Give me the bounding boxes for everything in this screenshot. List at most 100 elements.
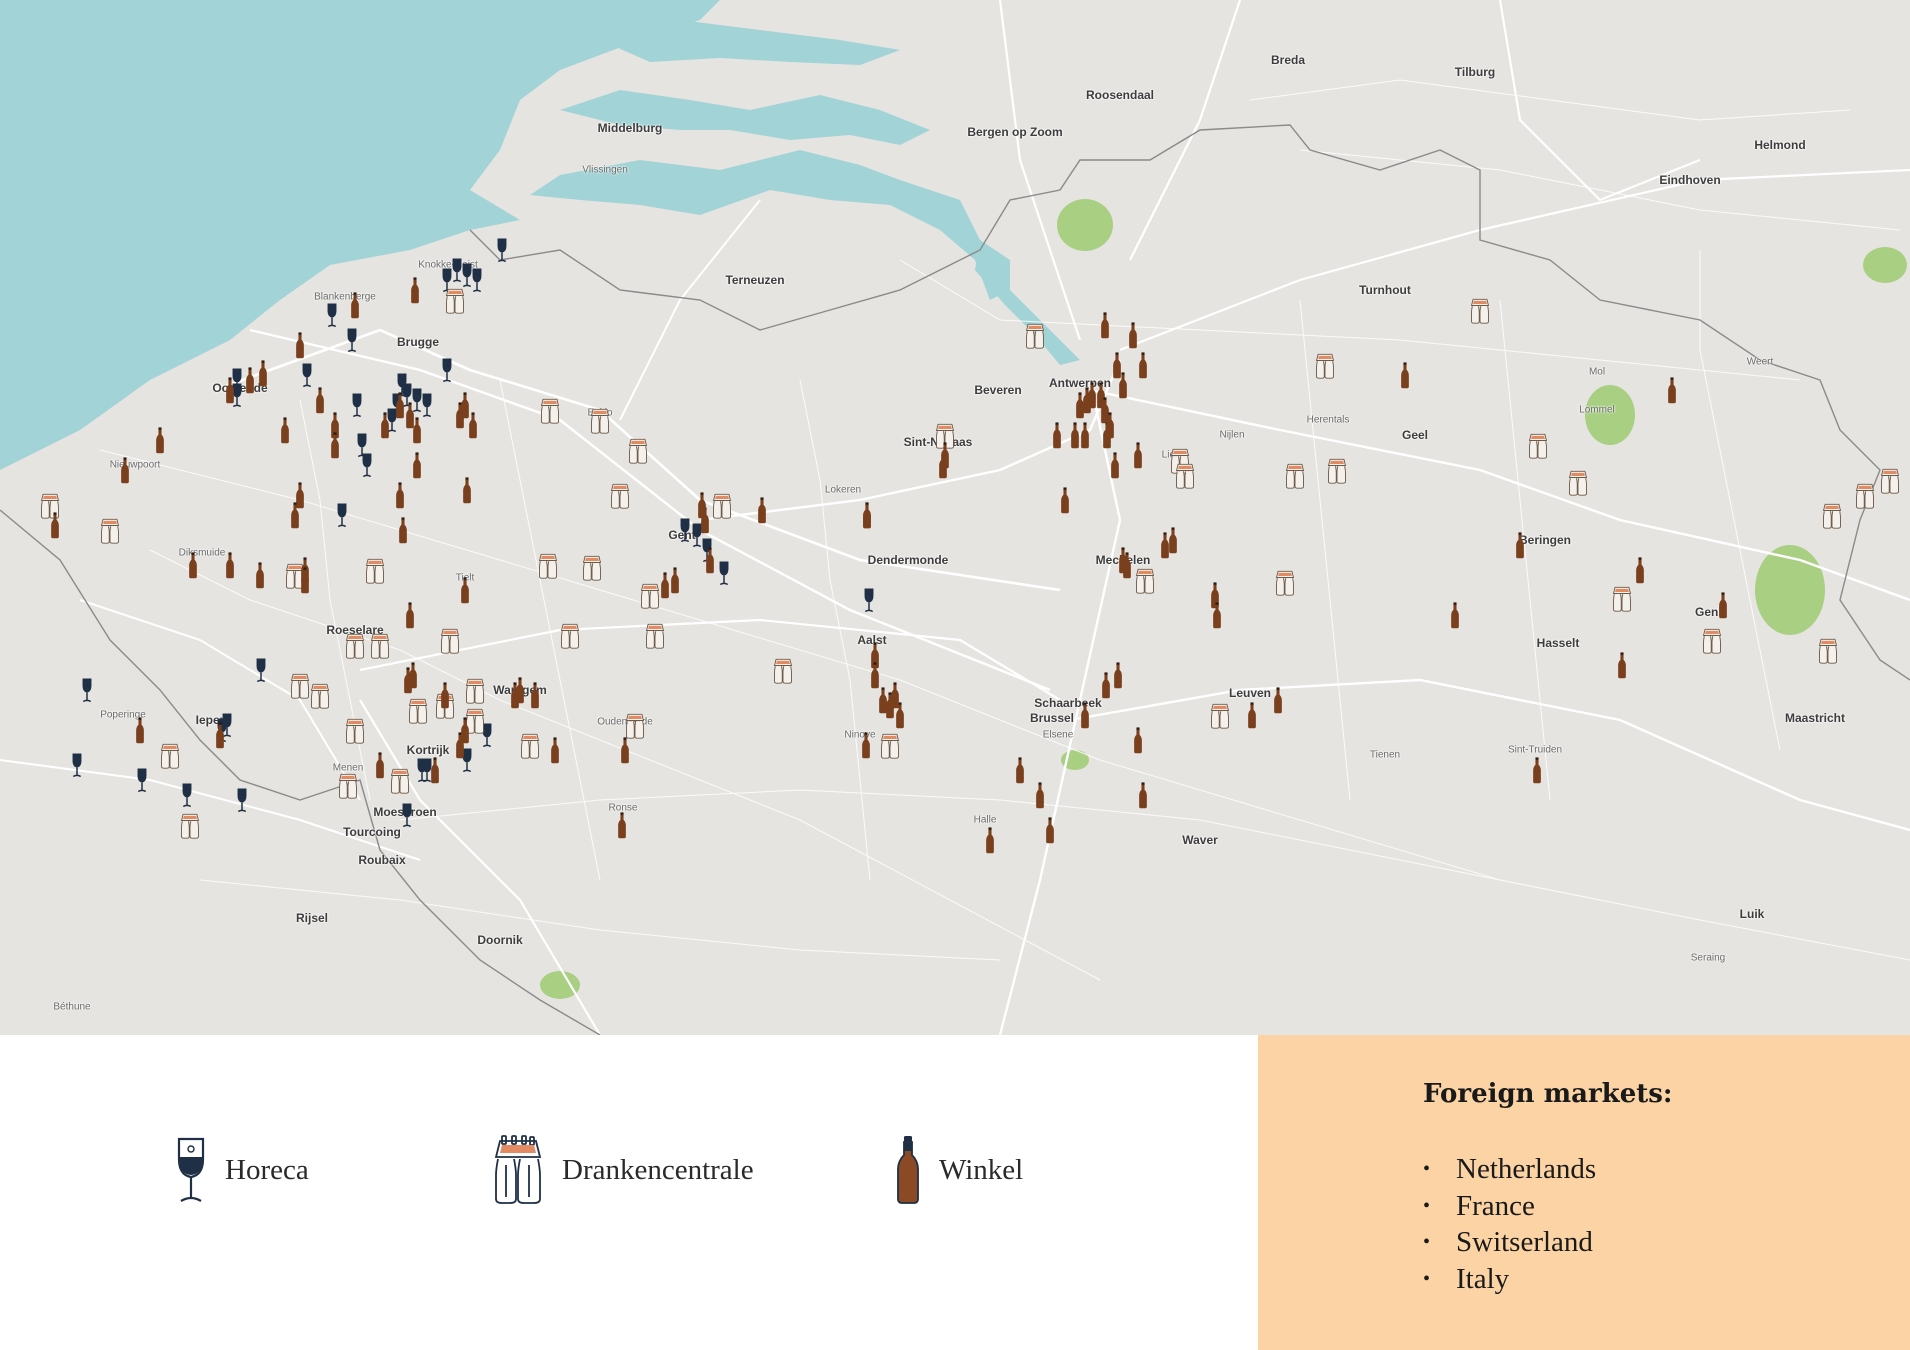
wine-glass-icon xyxy=(82,678,92,703)
beer-bottle-icon xyxy=(411,277,419,304)
bottle-crate-icon xyxy=(1818,638,1838,664)
bottle-crate-icon xyxy=(1528,433,1548,459)
beer-bottle-icon xyxy=(1111,452,1119,479)
bottle-crate-icon xyxy=(465,678,485,704)
beer-bottle-icon xyxy=(216,722,224,749)
beer-bottle-icon xyxy=(316,387,324,414)
bottle-crate-icon xyxy=(625,713,645,739)
bottle-crate-icon xyxy=(440,628,460,654)
beer-bottle-icon xyxy=(1036,782,1044,809)
beer-bottle-icon xyxy=(331,432,339,459)
beer-bottle-icon xyxy=(1719,592,1727,619)
beer-bottle-icon xyxy=(301,567,309,594)
beer-bottle-icon xyxy=(376,752,384,779)
park-kempen xyxy=(1585,385,1635,445)
foreign-markets-panel: Foreign markets: • Netherlands • France • S… xyxy=(1258,1035,1910,1350)
beer-bottle-icon xyxy=(1114,662,1122,689)
wine-glass-icon xyxy=(256,658,266,683)
beer-bottle-icon xyxy=(871,662,879,689)
wine-glass-icon xyxy=(237,788,247,813)
bottle-crate-icon xyxy=(1327,458,1347,484)
beer-bottle-icon xyxy=(1533,757,1541,784)
beer-bottle-icon xyxy=(463,477,471,504)
beer-bottle-icon xyxy=(1451,602,1459,629)
bottle-crate-icon xyxy=(290,673,310,699)
bottle-crate-icon xyxy=(1880,468,1900,494)
bullet: • xyxy=(1423,1158,1431,1180)
beer-bottle-icon xyxy=(1119,372,1127,399)
foreign-market-name: Switserland xyxy=(1456,1226,1593,1258)
beer-bottle-icon xyxy=(941,442,949,469)
bottle-crate-icon xyxy=(582,555,602,581)
wine-glass-icon xyxy=(719,561,729,586)
park-bosland xyxy=(1863,247,1907,283)
bullet: • xyxy=(1423,1194,1431,1217)
beer-bottle-icon xyxy=(1101,312,1109,339)
bottle-crate-icon xyxy=(538,553,558,579)
foreign-market-name: Italy xyxy=(1456,1262,1510,1295)
beer-bottle-icon xyxy=(51,512,59,539)
beer-bottle-icon xyxy=(516,677,524,704)
beer-bottle-icon xyxy=(621,737,629,764)
beer-bottle-icon xyxy=(897,1136,919,1204)
beer-bottle-icon xyxy=(461,717,469,744)
legend-item-winkel[interactable]: Winkel xyxy=(895,1135,1023,1205)
foreign-market-item: • France xyxy=(1423,1188,1596,1225)
wine-glass-icon xyxy=(337,503,347,528)
wine-glass-icon xyxy=(357,433,367,458)
beer-bottle-icon xyxy=(381,412,389,439)
foreign-market-item: • Italy xyxy=(1423,1261,1596,1298)
beer-bottle-icon xyxy=(863,502,871,529)
map-base xyxy=(0,0,1910,1035)
beer-bottle-icon xyxy=(1053,422,1061,449)
bottle-crate-icon xyxy=(445,288,465,314)
bottle-crate-icon xyxy=(645,623,665,649)
wine-glass-icon xyxy=(347,328,357,353)
bottle-crate-icon xyxy=(1275,570,1295,596)
beer-bottle-icon xyxy=(1169,527,1177,554)
bottle-crate-icon xyxy=(1470,298,1490,324)
bottle-crate-icon xyxy=(590,408,610,434)
legend-item-horeca[interactable]: Horeca xyxy=(175,1135,309,1205)
bottle-crate-icon xyxy=(1210,703,1230,729)
bottle-crate-icon xyxy=(390,768,410,794)
beer-bottle-icon xyxy=(1081,702,1089,729)
legend-item-drankencentrale[interactable]: Drankencentrale xyxy=(492,1135,754,1205)
map[interactable]: Middelburg Vlissingen Terneuzen Breda Tilbur… xyxy=(0,0,1910,1035)
beer-bottle-icon xyxy=(156,427,164,454)
oosterschelde xyxy=(560,90,930,145)
beer-bottle-icon xyxy=(1618,652,1626,679)
beer-bottle-icon xyxy=(879,687,887,714)
bottle-crate-icon xyxy=(1612,586,1632,612)
beer-bottle-icon xyxy=(1016,757,1024,784)
beer-bottle-icon xyxy=(1636,557,1644,584)
beer-bottle-icon xyxy=(706,547,714,574)
beer-bottle-icon xyxy=(404,667,412,694)
bottle-crate-icon xyxy=(640,583,660,609)
beer-bottle-icon xyxy=(1129,322,1137,349)
beer-bottle-icon xyxy=(441,682,449,709)
bottle-crate-icon xyxy=(1315,353,1335,379)
wine-glass-icon xyxy=(302,363,312,388)
bottle-crate-icon xyxy=(370,633,390,659)
beer-bottle-icon xyxy=(531,682,539,709)
beer-bottle-icon xyxy=(758,497,766,524)
beer-bottle-icon xyxy=(551,737,559,764)
beer-bottle-icon xyxy=(281,417,289,444)
bottle-crate-icon xyxy=(540,398,560,424)
wine-glass-icon xyxy=(177,1137,205,1202)
beer-bottle-icon xyxy=(406,602,414,629)
foreign-markets-title: Foreign markets: xyxy=(1423,1079,1673,1109)
bottle-crate-icon xyxy=(408,698,428,724)
bottle-crate-icon xyxy=(365,558,385,584)
bottle-crate-icon xyxy=(1702,628,1722,654)
foreign-markets-list: • Netherlands • France • Switserland • Italy xyxy=(1423,1151,1596,1297)
beer-bottle-icon xyxy=(1274,687,1282,714)
bottle-crate-icon xyxy=(773,658,793,684)
bottle-crate-icon xyxy=(712,493,732,519)
beer-bottle-icon xyxy=(1668,377,1676,404)
beer-bottle-icon xyxy=(413,417,421,444)
bottle-crate-icon xyxy=(338,773,358,799)
wine-glass-icon xyxy=(442,358,452,383)
beer-bottle-icon xyxy=(891,682,899,709)
